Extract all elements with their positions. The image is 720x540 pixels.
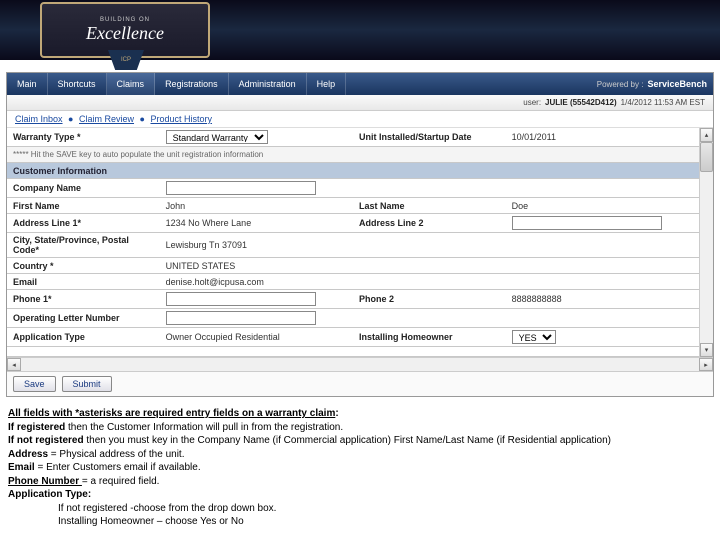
row-country: Country * UNITED STATES: [7, 258, 699, 274]
instr-l2a: If registered: [8, 422, 65, 433]
nav-administration[interactable]: Administration: [229, 73, 307, 95]
addr1-label: Address Line 1*: [7, 214, 160, 233]
logo-main-text: Excellence: [86, 23, 164, 44]
row-city: City, State/Province, Postal Code* Lewis…: [7, 233, 699, 258]
instr-l1a: All fields with *asterisks are required …: [8, 408, 335, 419]
addr2-label: Address Line 2: [353, 214, 506, 233]
instr-l6b: = a required field.: [82, 476, 160, 487]
section-customer-info: Customer Information: [7, 163, 699, 179]
first-name-value: John: [160, 198, 353, 214]
section-customer-label: Customer Information: [7, 163, 699, 179]
first-name-label: First Name: [7, 198, 160, 214]
instr-l2b: then the Customer Information will pull …: [65, 422, 343, 433]
breadcrumb-claim-review[interactable]: Claim Review: [79, 114, 134, 124]
country-label: Country *: [7, 258, 160, 274]
instr-l5b: = Enter Customers email if available.: [35, 462, 201, 473]
scroll-down-icon[interactable]: ▾: [700, 343, 713, 357]
instr-l4b: = Physical address of the unit.: [48, 449, 184, 460]
row-hint: ***** Hit the SAVE key to auto populate …: [7, 147, 699, 163]
vertical-scrollbar[interactable]: ▴ ▾: [699, 128, 713, 357]
instr-l1b: :: [335, 408, 338, 419]
logo-badge: BUILDING ON Excellence: [40, 2, 210, 58]
row-address: Address Line 1* 1234 No Where Lane Addre…: [7, 214, 699, 233]
phone1-label: Phone 1*: [7, 290, 160, 309]
row-apptype: Application Type Owner Occupied Resident…: [7, 328, 699, 347]
app-frame: Main Shortcuts Claims Registrations Admi…: [6, 72, 714, 397]
button-bar: Save Submit: [7, 371, 713, 396]
powered-by: Powered by : ServiceBench: [597, 73, 713, 95]
nav-help[interactable]: Help: [307, 73, 347, 95]
user-bar: user: JULIE (55542D412) 1/4/2012 11:53 A…: [7, 95, 713, 111]
apptype-label: Application Type: [7, 328, 160, 347]
instr-l6a: Phone Number: [8, 476, 82, 487]
breadcrumb-product-history[interactable]: Product History: [150, 114, 212, 124]
addr1-value: 1234 No Where Lane: [160, 214, 353, 233]
row-name: First Name John Last Name Doe: [7, 198, 699, 214]
user-name: JULIE (55542D412): [545, 98, 617, 107]
form-area: Warranty Type * Standard Warranty Unit I…: [7, 128, 713, 357]
oln-label: Operating Letter Number: [7, 309, 160, 328]
instr-l3a: If not registered: [8, 435, 84, 446]
apptype-value: Owner Occupied Residential: [160, 328, 353, 347]
phone2-value: 8888888888: [506, 290, 699, 309]
addr2-input[interactable]: [512, 216, 662, 230]
nav-bar: Main Shortcuts Claims Registrations Admi…: [7, 73, 713, 95]
warranty-type-select[interactable]: Standard Warranty: [166, 130, 268, 144]
last-name-label: Last Name: [353, 198, 506, 214]
nav-main[interactable]: Main: [7, 73, 48, 95]
row-warranty-type: Warranty Type * Standard Warranty Unit I…: [7, 128, 699, 147]
scroll-right-icon[interactable]: ▸: [699, 358, 713, 371]
company-input[interactable]: [166, 181, 316, 195]
scroll-up-icon[interactable]: ▴: [700, 128, 713, 142]
header-banner: BUILDING ON Excellence ICP: [0, 0, 720, 60]
warranty-type-label: Warranty Type *: [7, 128, 160, 147]
city-value: Lewisburg Tn 37091: [160, 233, 699, 258]
submit-button[interactable]: Submit: [62, 376, 112, 392]
save-button[interactable]: Save: [13, 376, 56, 392]
scroll-left-icon[interactable]: ◂: [7, 358, 21, 371]
form-table: Warranty Type * Standard Warranty Unit I…: [7, 128, 699, 357]
row-email: Email denise.holt@icpusa.com: [7, 274, 699, 290]
powered-brand: ServiceBench: [647, 79, 707, 89]
hint-text: ***** Hit the SAVE key to auto populate …: [7, 147, 699, 163]
last-name-value: Doe: [506, 198, 699, 214]
insthome-label: Installing Homeowner: [353, 328, 506, 347]
row-company: Company Name: [7, 179, 699, 198]
phone2-label: Phone 2: [353, 290, 506, 309]
breadcrumb-claim-inbox[interactable]: Claim Inbox: [15, 114, 63, 124]
breadcrumb-sep: ●: [140, 114, 145, 124]
powered-label: Powered by :: [597, 80, 644, 89]
unit-date-label: Unit Installed/Startup Date: [353, 128, 506, 147]
oln-input[interactable]: [166, 311, 316, 325]
unit-date-value: 10/01/2011: [506, 128, 699, 147]
city-label: City, State/Province, Postal Code*: [7, 233, 160, 258]
row-oln: Operating Letter Number: [7, 309, 699, 328]
email-label: Email: [7, 274, 160, 290]
instr-l8: If not registered -choose from the drop …: [58, 502, 712, 516]
nav-registrations[interactable]: Registrations: [155, 73, 229, 95]
instr-l4a: Address: [8, 449, 48, 460]
instr-l9: Installing Homeowner – choose Yes or No: [58, 515, 712, 529]
logo-ribbon: ICP: [108, 50, 144, 70]
company-label: Company Name: [7, 179, 160, 198]
horizontal-scrollbar[interactable]: ◂ ▸: [7, 357, 713, 371]
scroll-thumb[interactable]: [700, 142, 713, 172]
user-label: user:: [523, 98, 541, 107]
instr-l3b: then you must key in the Company Name (i…: [84, 435, 611, 446]
user-timestamp: 1/4/2012 11:53 AM EST: [621, 98, 705, 107]
breadcrumb-sep: ●: [68, 114, 73, 124]
insthome-select[interactable]: YES: [512, 330, 556, 344]
phone1-input[interactable]: [166, 292, 316, 306]
nav-shortcuts[interactable]: Shortcuts: [48, 73, 107, 95]
row-phone: Phone 1* Phone 2 8888888888: [7, 290, 699, 309]
email-value: denise.holt@icpusa.com: [160, 274, 699, 290]
nav-claims[interactable]: Claims: [107, 73, 156, 95]
instr-l5a: Email: [8, 462, 35, 473]
country-value: UNITED STATES: [160, 258, 699, 274]
instr-l7: Application Type:: [8, 489, 91, 500]
instructions-text: All fields with *asterisks are required …: [0, 401, 720, 535]
breadcrumb: Claim Inbox ● Claim Review ● Product His…: [7, 111, 713, 128]
row-blank: [7, 347, 699, 357]
